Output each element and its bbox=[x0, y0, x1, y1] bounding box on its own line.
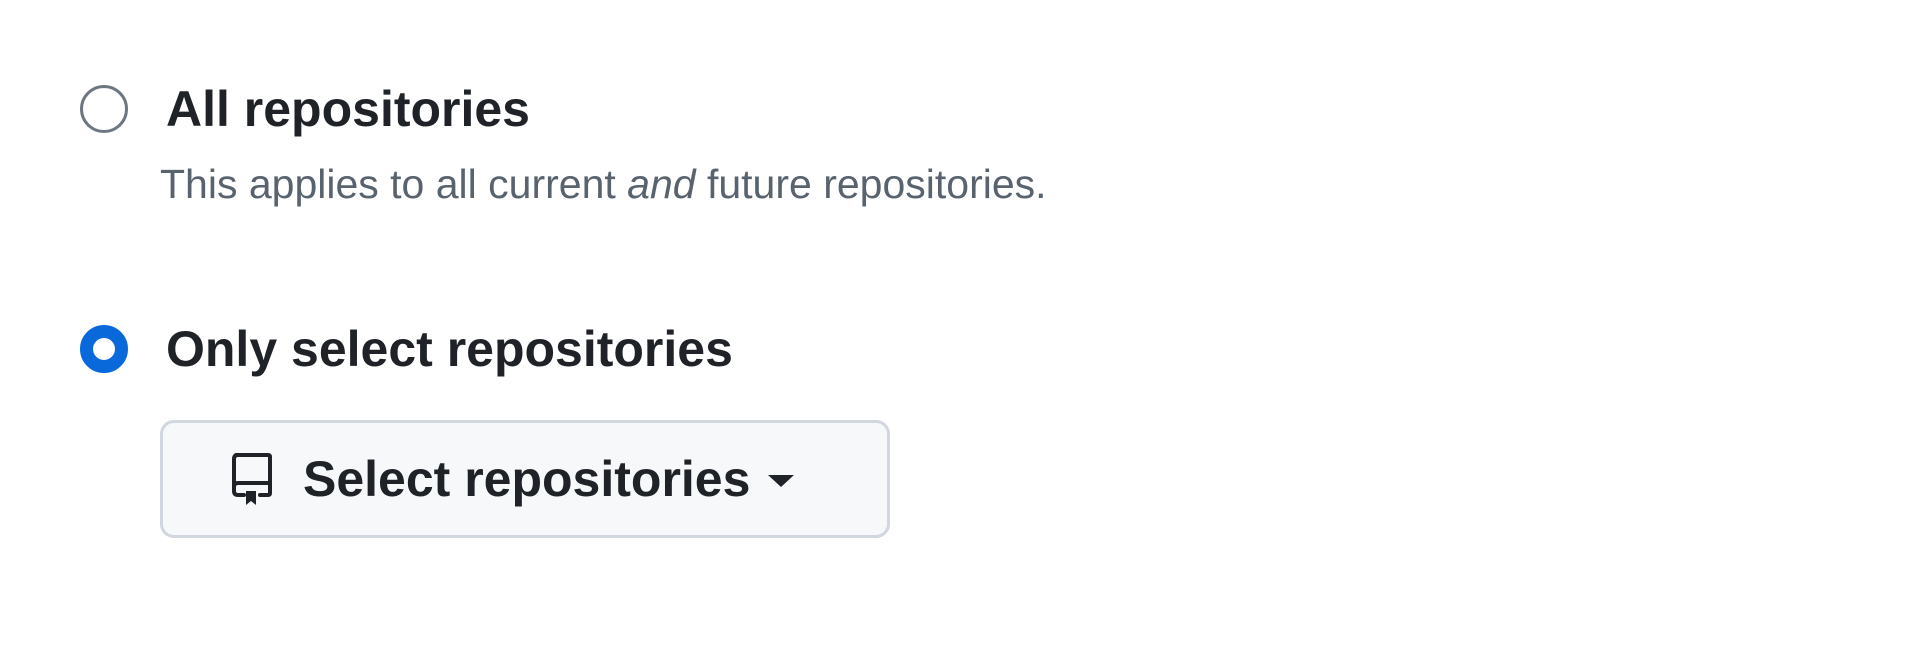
caret-down-icon bbox=[768, 475, 795, 487]
only-select-repositories-label[interactable]: Only select repositories bbox=[166, 324, 733, 374]
radio-option-all-repositories[interactable]: All repositories bbox=[80, 84, 530, 134]
radio-option-only-select-repositories[interactable]: Only select repositories bbox=[80, 324, 733, 374]
description-text-before: This applies to all current bbox=[160, 161, 628, 207]
all-repositories-label[interactable]: All repositories bbox=[166, 84, 530, 134]
all-repositories-description: This applies to all current and future r… bbox=[160, 160, 1047, 208]
only-select-repositories-radio[interactable] bbox=[80, 325, 128, 373]
repo-icon bbox=[227, 449, 277, 509]
select-repositories-label: Select repositories bbox=[303, 451, 751, 507]
select-repositories-button[interactable]: Select repositories bbox=[160, 420, 890, 538]
description-text-emphasis: and bbox=[627, 161, 696, 207]
description-text-after: future repositories. bbox=[695, 161, 1047, 207]
all-repositories-radio[interactable] bbox=[80, 85, 128, 133]
